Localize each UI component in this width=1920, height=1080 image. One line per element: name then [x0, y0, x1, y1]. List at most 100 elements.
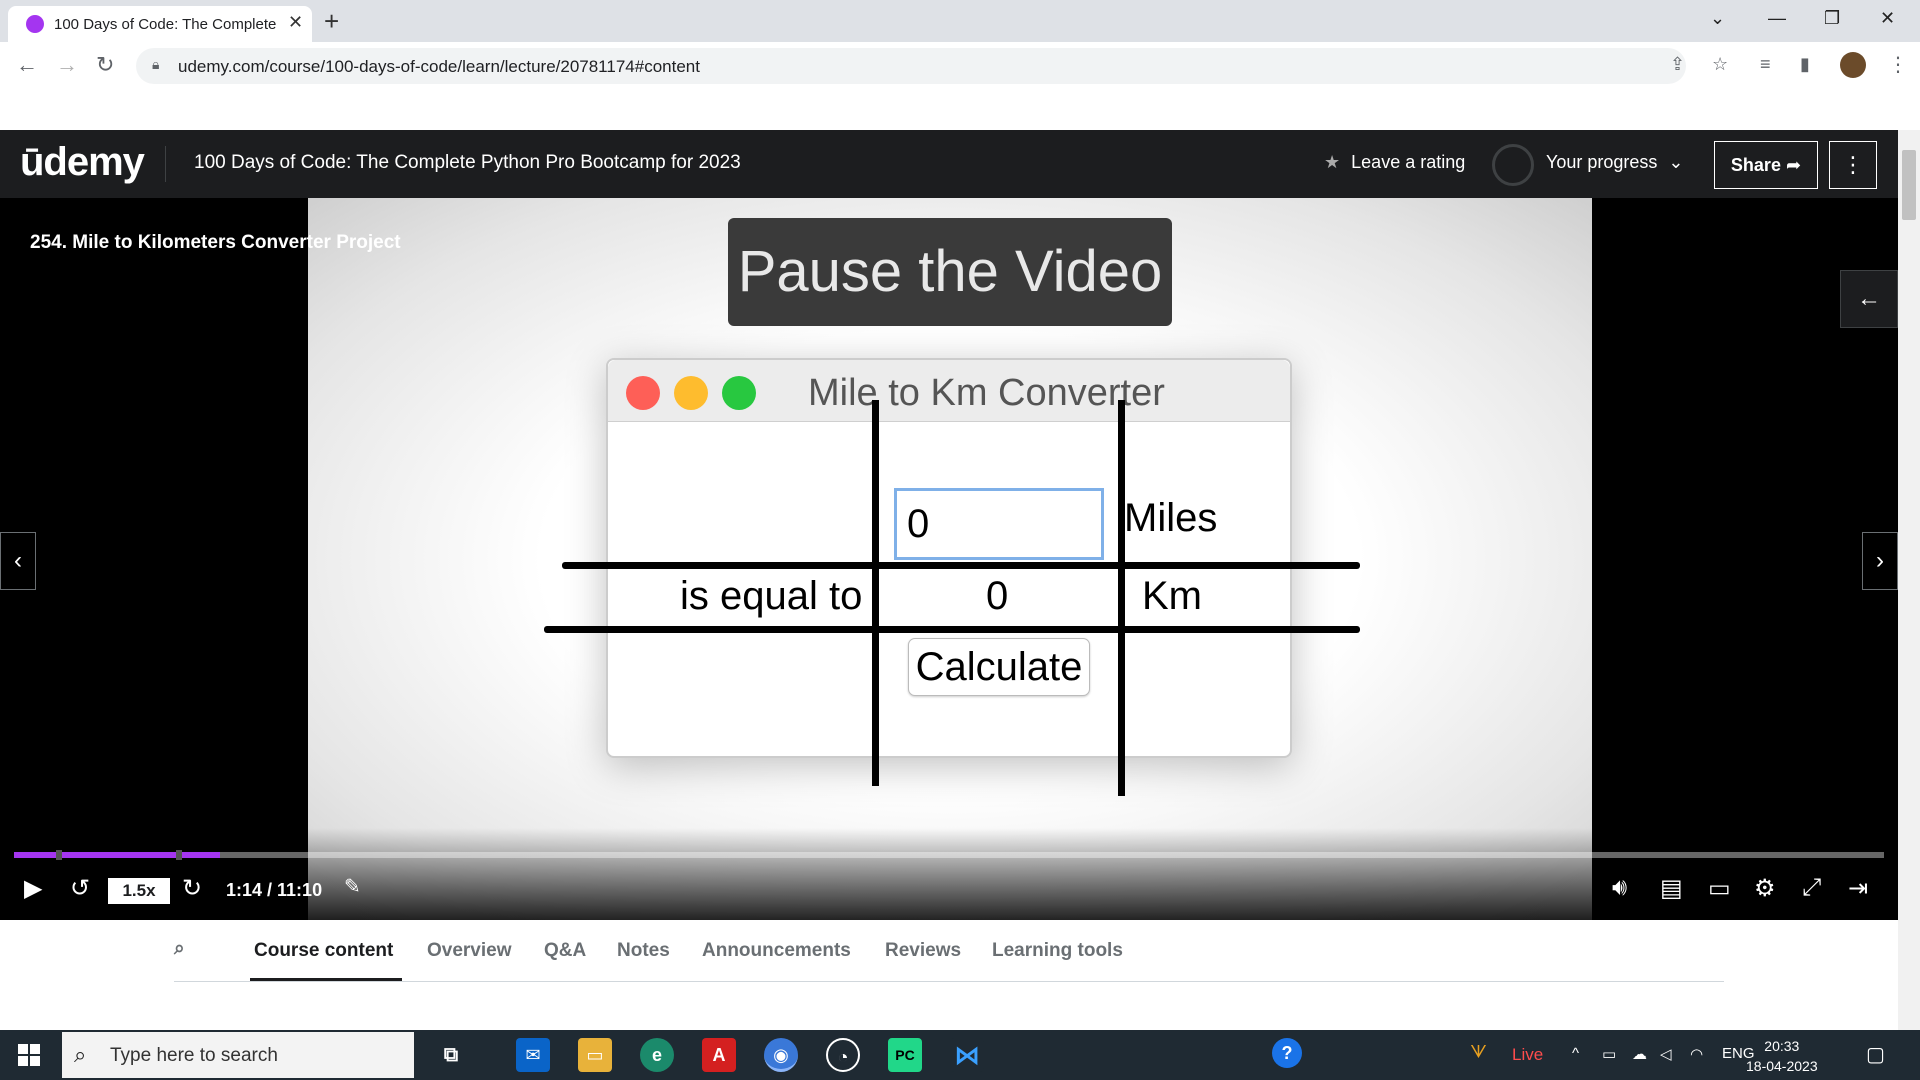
- edge-icon[interactable]: e: [640, 1038, 674, 1072]
- windows-start-icon[interactable]: [18, 1044, 40, 1066]
- clock-date: 18-04-2023: [1746, 1058, 1818, 1074]
- minimize-traffic-light-icon: [674, 376, 708, 410]
- volume-tray-icon[interactable]: ◁: [1660, 1045, 1672, 1063]
- notifications-icon[interactable]: ▢: [1866, 1042, 1885, 1067]
- transcript-icon[interactable]: ▤: [1660, 874, 1683, 903]
- grid-line-vertical: [1118, 400, 1125, 796]
- new-tab-button[interactable]: +: [324, 6, 339, 37]
- clock-time: 20:33: [1764, 1038, 1800, 1054]
- miles-label: Miles: [1124, 496, 1218, 540]
- file-explorer-icon[interactable]: ▭: [578, 1038, 612, 1072]
- forward-icon[interactable]: →: [56, 52, 78, 78]
- tab-search-icon[interactable]: ⌄: [1710, 8, 1725, 29]
- tab-learning-tools[interactable]: Learning tools: [992, 940, 1123, 962]
- grid-line-horizontal: [562, 562, 1360, 569]
- course-title[interactable]: 100 Days of Code: The Complete Python Pr…: [194, 152, 741, 174]
- udemy-header: ūdemy 100 Days of Code: The Complete Pyt…: [0, 130, 1898, 198]
- acrobat-icon[interactable]: A: [702, 1038, 736, 1072]
- browser-toolbar: ← → ↻ 🔒︎ udemy.com/course/100-days-of-co…: [0, 42, 1920, 130]
- add-note-icon[interactable]: ✎: [344, 874, 361, 899]
- wifi-icon[interactable]: ◠: [1690, 1045, 1703, 1063]
- chevron-down-icon: ⌄: [1668, 152, 1684, 172]
- video-frame: Pause the Video Mile to Km Converter 0 M…: [308, 198, 1592, 920]
- live-label[interactable]: Live: [1512, 1045, 1543, 1065]
- reload-icon[interactable]: ↻: [96, 52, 114, 78]
- profile-avatar[interactable]: [1840, 52, 1866, 78]
- calculate-button-in-video: Calculate: [908, 638, 1090, 696]
- taskbar-clock[interactable]: 20:33 18-04-2023: [1746, 1036, 1818, 1076]
- trophy-icon: [1492, 144, 1534, 186]
- fullscreen-icon[interactable]: ⤢: [1802, 874, 1821, 902]
- scroll-thumb[interactable]: [1902, 150, 1916, 220]
- pause-overlay-text: Pause the Video: [728, 218, 1172, 326]
- close-tab-icon[interactable]: ✕: [288, 12, 303, 33]
- seek-marker: [56, 850, 62, 860]
- back-icon[interactable]: ←: [16, 52, 38, 78]
- pycharm-icon[interactable]: PC: [888, 1038, 922, 1072]
- taskbar-search[interactable]: ⌕ Type here to search: [62, 1032, 414, 1078]
- live-wallpaper-icon[interactable]: ᗐ: [1470, 1042, 1487, 1063]
- km-label: Km: [1142, 574, 1202, 618]
- next-lecture-button[interactable]: ›: [1862, 532, 1898, 590]
- onedrive-cloud-icon[interactable]: ☁: [1632, 1045, 1647, 1063]
- page-scrollbar[interactable]: [1898, 130, 1920, 1030]
- chrome-menu-icon[interactable]: ⋮: [1888, 52, 1908, 77]
- battery-icon[interactable]: ▭: [1602, 1045, 1616, 1063]
- udemy-logo[interactable]: ūdemy: [20, 140, 145, 185]
- tab-overview[interactable]: Overview: [427, 940, 512, 962]
- your-progress-label: Your progress: [1546, 152, 1658, 172]
- play-icon[interactable]: ▶: [24, 874, 42, 903]
- tab-qa[interactable]: Q&A: [544, 940, 586, 962]
- leave-rating-button[interactable]: ★ Leave a rating: [1324, 152, 1465, 173]
- rewind-icon[interactable]: ↺: [70, 874, 90, 903]
- seek-bar[interactable]: [14, 850, 1884, 860]
- close-window-icon[interactable]: ✕: [1880, 8, 1895, 29]
- playback-speed-button[interactable]: 1.5x: [108, 878, 170, 904]
- volume-icon[interactable]: 🔊︎: [1612, 874, 1627, 902]
- bookmark-star-icon[interactable]: ☆: [1712, 54, 1728, 75]
- share-label: Share: [1730, 155, 1781, 175]
- side-panel-icon[interactable]: ▮: [1800, 54, 1810, 75]
- lecture-title: 254. Mile to Kilometers Converter Projec…: [30, 232, 401, 253]
- search-icon[interactable]: ⌕: [174, 938, 185, 960]
- grid-line-vertical: [872, 400, 879, 786]
- vscode-icon[interactable]: ⋈: [950, 1038, 984, 1072]
- taskbar-search-placeholder: Type here to search: [110, 1045, 278, 1066]
- captions-icon[interactable]: ▭: [1708, 874, 1731, 903]
- mail-icon[interactable]: ✉: [516, 1038, 550, 1072]
- tab-notes[interactable]: Notes: [617, 940, 670, 962]
- tab-announcements[interactable]: Announcements: [702, 940, 851, 962]
- browser-tab-strip: 100 Days of Code: The Complete ✕ + ⌄ — ❐…: [0, 0, 1920, 42]
- task-view-icon[interactable]: ⧉: [434, 1038, 468, 1072]
- help-icon[interactable]: ?: [1272, 1038, 1302, 1068]
- expand-sidebar-button[interactable]: ←: [1840, 270, 1898, 328]
- is-equal-to-label: is equal to: [680, 574, 863, 618]
- minimize-icon[interactable]: —: [1768, 8, 1786, 29]
- close-traffic-light-icon: [626, 376, 660, 410]
- more-options-button[interactable]: ⋮: [1829, 141, 1877, 189]
- chrome-icon[interactable]: ◉: [764, 1038, 798, 1072]
- grid-line-horizontal: [544, 626, 1360, 633]
- github-icon[interactable]: ◔: [826, 1038, 860, 1072]
- star-icon: ★: [1324, 152, 1341, 172]
- miles-entry-field: 0: [894, 488, 1104, 560]
- share-page-icon[interactable]: ⇪: [1670, 54, 1685, 75]
- show-hidden-icons-icon[interactable]: ^: [1572, 1045, 1579, 1062]
- exit-theater-mode-icon[interactable]: ⇥: [1848, 874, 1868, 903]
- restore-icon[interactable]: ❐: [1824, 8, 1840, 29]
- address-bar[interactable]: 🔒︎ udemy.com/course/100-days-of-code/lea…: [136, 48, 1686, 84]
- tab-course-content[interactable]: Course content: [254, 940, 393, 962]
- app-window-title: Mile to Km Converter: [808, 372, 1165, 414]
- previous-lecture-button[interactable]: ‹: [0, 532, 36, 590]
- forward-icon[interactable]: ↻: [182, 874, 202, 903]
- share-button[interactable]: Share ➦: [1714, 141, 1818, 189]
- media-controls-icon[interactable]: ≡: [1760, 54, 1771, 75]
- video-player[interactable]: Pause the Video Mile to Km Converter 0 M…: [0, 198, 1898, 920]
- tab-reviews[interactable]: Reviews: [885, 940, 961, 962]
- settings-gear-icon[interactable]: ⚙: [1754, 874, 1776, 903]
- zoom-traffic-light-icon: [722, 376, 756, 410]
- app-title-bar: Mile to Km Converter: [608, 360, 1290, 422]
- leave-rating-label: Leave a rating: [1351, 152, 1466, 172]
- browser-tab[interactable]: 100 Days of Code: The Complete ✕: [8, 6, 312, 42]
- course-tabs: ⌕ Course content Overview Q&A Notes Anno…: [174, 920, 1724, 982]
